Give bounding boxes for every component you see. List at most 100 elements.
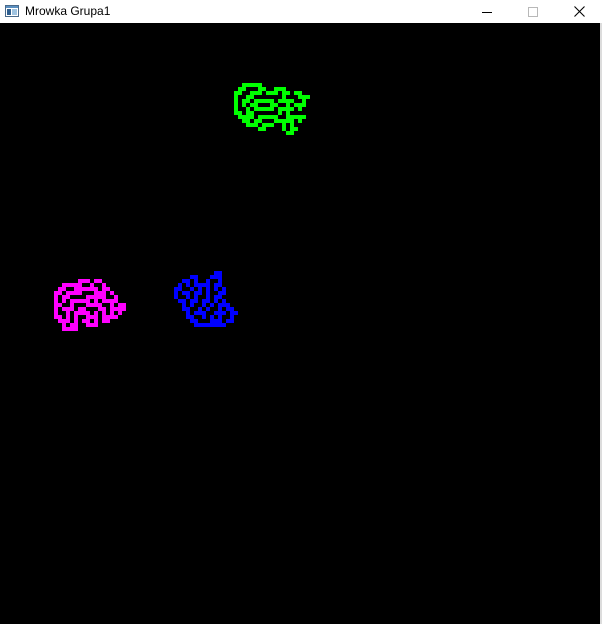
blue-group-cell bbox=[214, 311, 218, 315]
green-group-cell bbox=[254, 99, 258, 103]
blue-group-cell bbox=[190, 303, 194, 307]
green-group-cell bbox=[302, 95, 306, 99]
blue-group-cell bbox=[202, 311, 206, 315]
magenta-group-cell bbox=[102, 307, 106, 311]
blue-group-cell bbox=[198, 287, 202, 291]
maximize-button[interactable] bbox=[510, 0, 556, 23]
blue-group-cell bbox=[214, 295, 218, 299]
green-group-cell bbox=[302, 115, 306, 119]
magenta-group-cell bbox=[54, 303, 58, 307]
green-group-cell bbox=[246, 83, 250, 87]
magenta-group-cell bbox=[82, 287, 86, 291]
magenta-group-cell bbox=[62, 283, 66, 287]
green-group-cell bbox=[258, 87, 262, 91]
magenta-group-cell bbox=[54, 295, 58, 299]
blue-group-cell bbox=[214, 323, 218, 327]
blue-group-cell bbox=[198, 283, 202, 287]
magenta-group-cell bbox=[94, 303, 98, 307]
green-group-cell bbox=[278, 87, 282, 91]
green-group-cell bbox=[262, 87, 266, 91]
blue-group-cell bbox=[206, 295, 210, 299]
blue-group-cell bbox=[194, 279, 198, 283]
magenta-group-cell bbox=[74, 283, 78, 287]
magenta-group-cell bbox=[70, 303, 74, 307]
blue-group-cell bbox=[222, 303, 226, 307]
blue-group-cell bbox=[222, 311, 226, 315]
blue-group-cell bbox=[214, 283, 218, 287]
magenta-group-cell bbox=[62, 295, 66, 299]
green-group-cell bbox=[258, 115, 262, 119]
green-group-cell bbox=[258, 99, 262, 103]
green-group-cell bbox=[234, 103, 238, 107]
green-group-cell bbox=[250, 111, 254, 115]
title-bar[interactable]: Mrowka Grupa1 bbox=[0, 0, 602, 23]
green-group-cell bbox=[266, 107, 270, 111]
blue-group-cell bbox=[218, 319, 222, 323]
magenta-group-cell bbox=[94, 291, 98, 295]
magenta-group-cell bbox=[74, 323, 78, 327]
magenta-group-cell bbox=[110, 291, 114, 295]
blue-group-cell bbox=[182, 291, 186, 295]
green-group-cell bbox=[266, 115, 270, 119]
magenta-group-cell bbox=[94, 311, 98, 315]
magenta-group-cell bbox=[118, 307, 122, 311]
green-group-cell bbox=[282, 127, 286, 131]
magenta-group-cell bbox=[74, 315, 78, 319]
blue-group-cell bbox=[186, 307, 190, 311]
blue-group-cell bbox=[214, 271, 218, 275]
magenta-group-cell bbox=[114, 315, 118, 319]
magenta-group-cell bbox=[66, 307, 70, 311]
magenta-group-cell bbox=[106, 299, 110, 303]
magenta-group-cell bbox=[66, 315, 70, 319]
green-group-cell bbox=[242, 103, 246, 107]
magenta-group-cell bbox=[122, 303, 126, 307]
blue-group-cell bbox=[178, 299, 182, 303]
blue-group-cell bbox=[194, 291, 198, 295]
blue-group-cell bbox=[190, 275, 194, 279]
close-button[interactable] bbox=[556, 0, 602, 23]
green-group-cell bbox=[234, 91, 238, 95]
blue-group-cell bbox=[206, 287, 210, 291]
magenta-group-cell bbox=[74, 327, 78, 331]
green-group-cell bbox=[270, 91, 274, 95]
minimize-button[interactable] bbox=[464, 0, 510, 23]
magenta-group-cell bbox=[62, 319, 66, 323]
magenta-group-cell bbox=[82, 311, 86, 315]
green-group-cell bbox=[246, 123, 250, 127]
blue-group-cell bbox=[230, 307, 234, 311]
blue-group-cell bbox=[194, 275, 198, 279]
magenta-group-cell bbox=[86, 319, 90, 323]
blue-group-cell bbox=[198, 291, 202, 295]
magenta-group-cell bbox=[66, 327, 70, 331]
blue-group-cell bbox=[226, 307, 230, 311]
magenta-group-cell bbox=[78, 299, 82, 303]
green-group-cell bbox=[250, 123, 254, 127]
blue-group-cell bbox=[218, 283, 222, 287]
magenta-group-cell bbox=[70, 307, 74, 311]
magenta-group-cell bbox=[74, 287, 78, 291]
magenta-group-cell bbox=[106, 315, 110, 319]
blue-group-cell bbox=[182, 303, 186, 307]
green-group-cell bbox=[242, 119, 246, 123]
magenta-group-cell bbox=[86, 311, 90, 315]
blue-group-cell bbox=[194, 283, 198, 287]
magenta-group-cell bbox=[82, 319, 86, 323]
green-group-cell bbox=[294, 115, 298, 119]
green-group-cell bbox=[290, 123, 294, 127]
blue-group-cell bbox=[222, 287, 226, 291]
blue-group-cell bbox=[214, 275, 218, 279]
window-app-icon bbox=[5, 5, 19, 17]
blue-group-cell bbox=[210, 319, 214, 323]
magenta-group-cell bbox=[66, 295, 70, 299]
green-group-cell bbox=[290, 127, 294, 131]
magenta-group-cell bbox=[110, 303, 114, 307]
green-group-cell bbox=[250, 115, 254, 119]
simulation-canvas[interactable] bbox=[0, 23, 600, 624]
magenta-group-cell bbox=[54, 291, 58, 295]
magenta-group-cell bbox=[94, 299, 98, 303]
green-group-cell bbox=[254, 83, 258, 87]
green-group-cell bbox=[270, 123, 274, 127]
green-group-cell bbox=[286, 119, 290, 123]
minimize-icon bbox=[482, 11, 492, 13]
magenta-group-cell bbox=[110, 311, 114, 315]
